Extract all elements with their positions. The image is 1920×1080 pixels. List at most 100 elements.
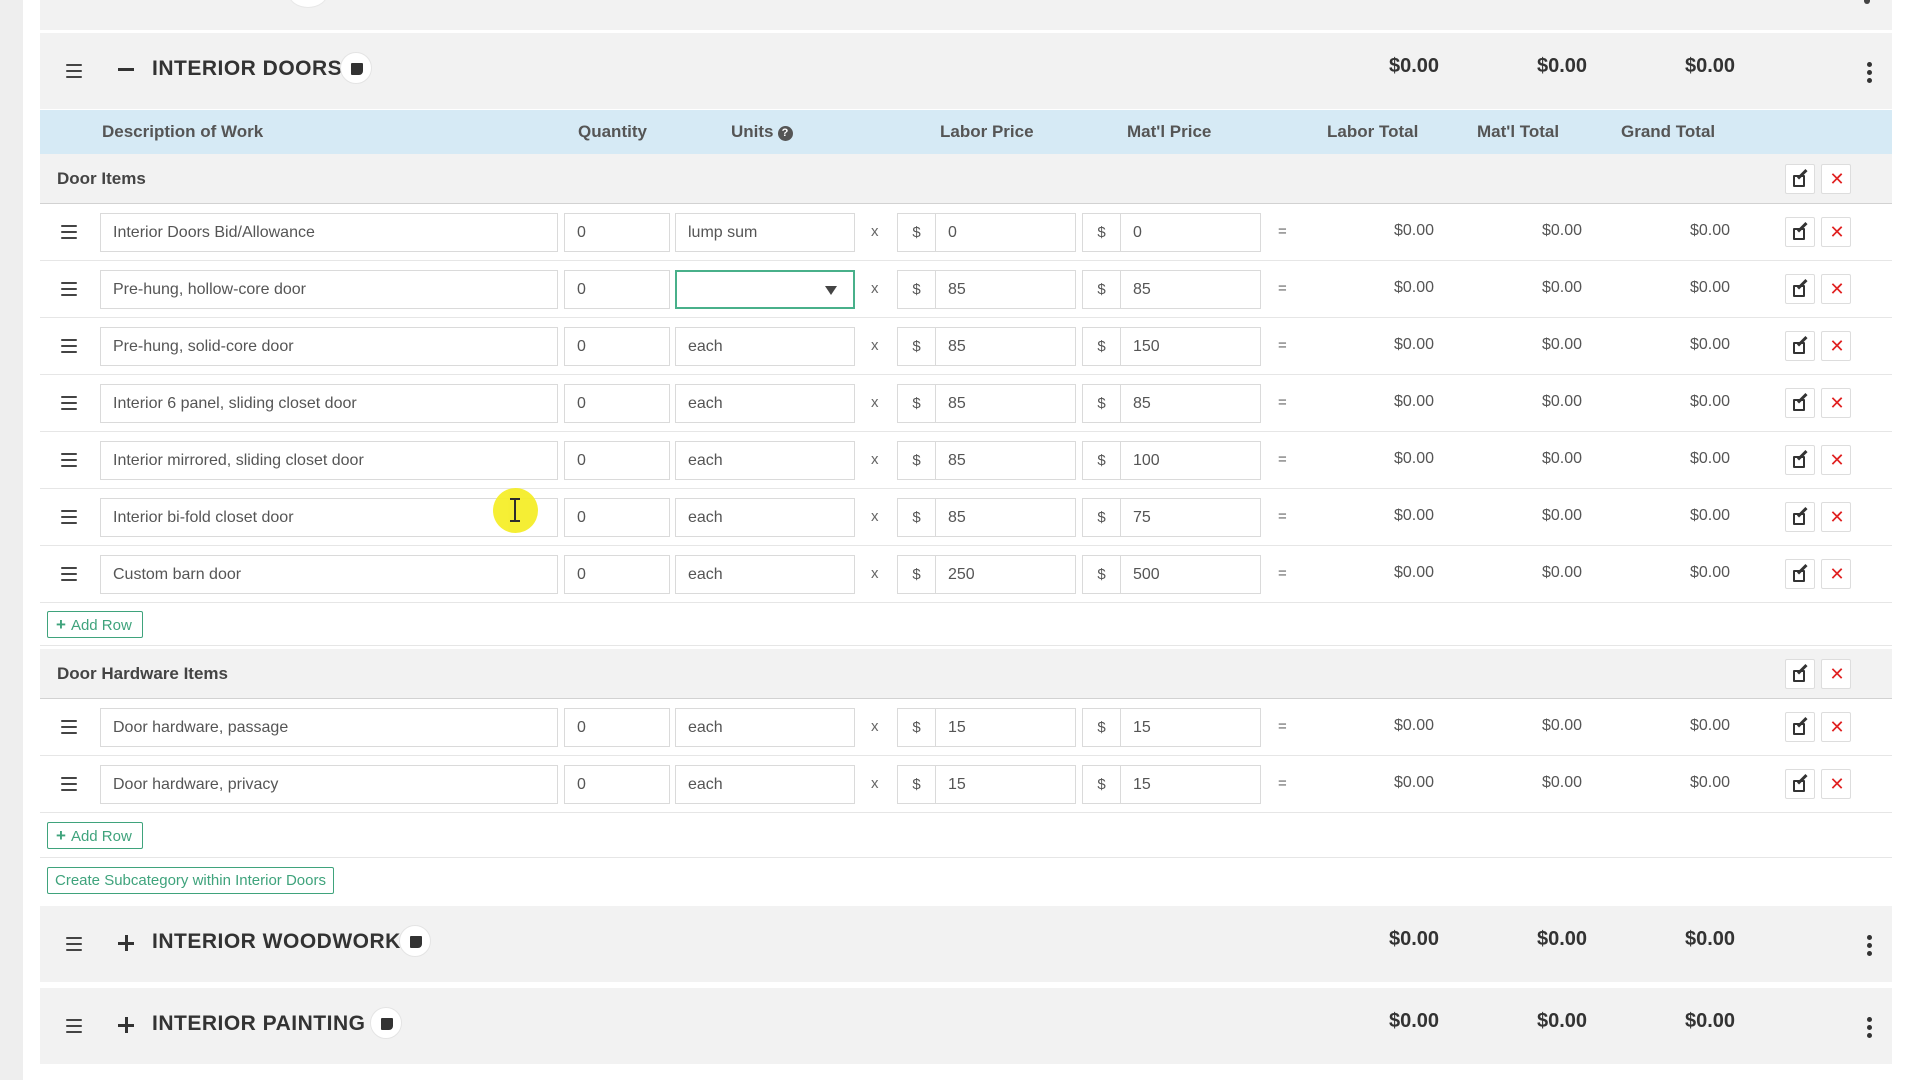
edit-button[interactable] [1785,274,1815,304]
quantity-input[interactable]: 0 [564,270,670,309]
quantity-input[interactable]: 0 [564,213,670,252]
expand-icon[interactable] [118,935,134,951]
labor-price-input[interactable]: 15 [935,708,1076,747]
edit-button[interactable] [1785,445,1815,475]
edit-button[interactable] [1785,712,1815,742]
description-input[interactable]: Pre-hung, hollow-core door [100,270,558,309]
delete-button[interactable]: ✕ [1821,712,1851,742]
labor-price-input[interactable]: 0 [935,213,1076,252]
units-value: each [688,395,723,412]
drag-handle-icon[interactable] [61,339,77,353]
kebab-menu-icon[interactable] [1867,62,1873,84]
units-select[interactable]: each [675,384,855,423]
delete-button[interactable]: ✕ [1821,559,1851,589]
labor-price-input[interactable]: 85 [935,384,1076,423]
divider [40,645,1892,646]
quantity-input[interactable]: 0 [564,498,670,537]
matl-price-input[interactable]: 0 [1120,213,1261,252]
edit-button[interactable] [1785,331,1815,361]
units-select[interactable]: lump sum [675,213,855,252]
matl-price-input[interactable]: 75 [1120,498,1261,537]
delete-button[interactable]: ✕ [1821,274,1851,304]
matl-price-input[interactable]: 500 [1120,555,1261,594]
units-select[interactable]: each [675,441,855,480]
drag-handle-icon[interactable] [66,64,82,78]
matl-price-input[interactable]: 85 [1120,384,1261,423]
previous-note-button[interactable] [288,0,328,8]
drag-handle-icon[interactable] [66,1019,82,1033]
drag-handle-icon[interactable] [61,453,77,467]
delete-button[interactable]: ✕ [1821,445,1851,475]
delete-button[interactable]: ✕ [1821,388,1851,418]
units-select[interactable] [675,270,855,309]
units-select[interactable]: each [675,708,855,747]
drag-handle-icon[interactable] [61,510,77,524]
edit-button[interactable] [1785,164,1815,194]
labor-price-input[interactable]: 250 [935,555,1076,594]
quantity-input[interactable]: 0 [564,384,670,423]
edit-button[interactable] [1785,769,1815,799]
note-icon[interactable] [340,52,372,84]
description-input[interactable]: Custom barn door [100,555,558,594]
drag-handle-icon[interactable] [61,282,77,296]
create-subcategory-button[interactable]: Create Subcategory within Interior Doors [47,867,334,894]
help-icon[interactable]: ? [777,126,793,141]
description-input[interactable]: Interior 6 panel, sliding closet door [100,384,558,423]
delete-button[interactable]: ✕ [1821,331,1851,361]
labor-price-input[interactable]: 85 [935,270,1076,309]
description-input[interactable]: Door hardware, passage [100,708,558,747]
previous-kebab-icon[interactable] [1864,0,1870,4]
expand-icon[interactable] [118,1017,134,1033]
delete-button[interactable]: ✕ [1821,659,1851,689]
edit-button[interactable] [1785,502,1815,532]
quantity-input[interactable]: 0 [564,765,670,804]
description-input[interactable]: Interior bi-fold closet door [100,498,558,537]
matl-price-input[interactable]: 150 [1120,327,1261,366]
description-input[interactable]: Pre-hung, solid-core door [100,327,558,366]
collapse-icon[interactable] [118,68,134,71]
matl-price-input[interactable]: 15 [1120,765,1261,804]
drag-handle-icon[interactable] [61,396,77,410]
add-row-button[interactable]: + Add Row [47,611,143,638]
quantity-input[interactable]: 0 [564,327,670,366]
units-select[interactable]: each [675,555,855,594]
add-row-button[interactable]: + Add Row [47,822,143,849]
drag-handle-icon[interactable] [66,937,82,951]
col-matl-price: Mat'l Price [1127,122,1212,141]
delete-button[interactable]: ✕ [1821,502,1851,532]
edit-button[interactable] [1785,559,1815,589]
quantity-input[interactable]: 0 [564,708,670,747]
labor-price-input[interactable]: 15 [935,765,1076,804]
labor-price-input[interactable]: 85 [935,327,1076,366]
drag-handle-icon[interactable] [61,567,77,581]
delete-button[interactable]: ✕ [1821,217,1851,247]
description-input[interactable]: Interior mirrored, sliding closet door [100,441,558,480]
matl-price-input[interactable]: 85 [1120,270,1261,309]
edit-button[interactable] [1785,659,1815,689]
dollar-addon: $ [897,555,935,594]
kebab-menu-icon[interactable] [1867,935,1873,957]
col-units: Units? [731,122,793,142]
matl-price-input[interactable]: 100 [1120,441,1261,480]
delete-button[interactable]: ✕ [1821,769,1851,799]
description-input[interactable]: Interior Doors Bid/Allowance [100,213,558,252]
description-input[interactable]: Door hardware, privacy [100,765,558,804]
kebab-menu-icon[interactable] [1867,1017,1873,1039]
units-select[interactable]: each [675,327,855,366]
drag-handle-icon[interactable] [61,225,77,239]
drag-handle-icon[interactable] [61,720,77,734]
note-icon[interactable] [399,925,431,957]
labor-price-input[interactable]: 85 [935,498,1076,537]
labor-price-input[interactable]: 85 [935,441,1076,480]
units-select[interactable]: each [675,765,855,804]
quantity-input[interactable]: 0 [564,441,670,480]
matl-price-input[interactable]: 15 [1120,708,1261,747]
units-select[interactable]: each [675,498,855,537]
drag-handle-icon[interactable] [61,777,77,791]
edit-button[interactable] [1785,388,1815,418]
note-icon[interactable] [370,1007,402,1039]
delete-button[interactable]: ✕ [1821,164,1851,194]
table-row: Door hardware, passage 0 each x $15 $15 = $0.00… [40,699,1892,756]
edit-button[interactable] [1785,217,1815,247]
quantity-input[interactable]: 0 [564,555,670,594]
